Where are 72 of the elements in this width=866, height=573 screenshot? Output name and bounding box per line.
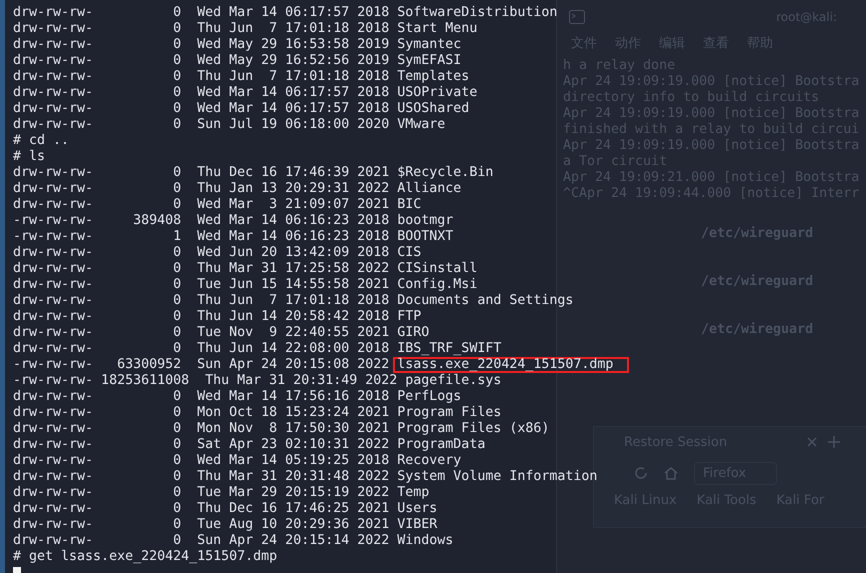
plus-icon[interactable]	[827, 435, 842, 449]
file-details: drw-rw-rw- 0 Thu Jun 14 20:58:42 2018	[13, 309, 390, 324]
file-details: drw-rw-rw- 0 Wed Mar 14 06:17:57 2018	[13, 85, 390, 100]
file-name: Program Files	[397, 405, 502, 420]
file-details: -rw-rw-rw- 18253611008 Thu Mar 31 20:31:49 2022	[13, 373, 398, 388]
file-details: drw-rw-rw- 0 Mon Nov 8 17:50:30 2021	[13, 421, 390, 436]
file-name: ProgramData	[397, 437, 486, 452]
terminal-icon	[569, 10, 585, 24]
file-details: drw-rw-rw- 0 Sun Jul 19 06:18:00 2020	[13, 117, 390, 132]
file-details: drw-rw-rw- 0 Sun Apr 24 20:15:14 2022	[13, 533, 390, 548]
command-line: # cd ..	[13, 133, 70, 148]
file-name: pagefile.sys	[405, 373, 502, 388]
file-name: IBS_TRF_SWIFT	[397, 341, 502, 356]
file-name: Recovery	[397, 453, 462, 468]
file-name: SoftwareDistribution	[397, 5, 558, 20]
file-name: $Recycle.Bin	[397, 165, 494, 180]
file-details: -rw-rw-rw- 389408 Wed Mar 14 06:16:23 2018	[13, 213, 390, 228]
file-name: Documents and Settings	[397, 293, 574, 308]
file-details: drw-rw-rw- 0 Thu Jun 7 17:01:18 2018	[13, 69, 390, 84]
file-name: Users	[397, 501, 438, 516]
file-name: Templates	[397, 69, 470, 84]
file-details: drw-rw-rw- 0 Tue Nov 9 22:40:55 2021	[13, 325, 390, 340]
close-icon[interactable]	[807, 437, 818, 447]
file-name: GIRO	[397, 325, 430, 340]
file-name: VMware	[397, 117, 446, 132]
file-details: drw-rw-rw- 0 Tue Jun 15 14:55:58 2021	[13, 277, 390, 292]
file-name: USOPrivate	[397, 85, 478, 100]
file-name: bootmgr	[397, 213, 454, 228]
file-details: drw-rw-rw- 0 Wed Jun 20 13:42:09 2018	[13, 245, 390, 260]
file-name: Start Menu	[397, 21, 478, 36]
file-name: Alliance	[397, 181, 462, 196]
file-details: drw-rw-rw- 0 Mon Oct 18 15:23:24 2021	[13, 405, 390, 420]
file-details: drw-rw-rw- 0 Thu Jun 7 17:01:18 2018	[13, 21, 390, 36]
file-name: BIC	[397, 197, 422, 212]
file-details: drw-rw-rw- 0 Wed Mar 14 06:17:57 2018	[13, 5, 390, 20]
file-details: drw-rw-rw- 0 Sat Apr 23 02:10:31 2022	[13, 437, 390, 452]
file-name: SymEFASI	[397, 53, 462, 68]
file-name: PerfLogs	[397, 389, 462, 404]
reload-icon[interactable]	[634, 466, 648, 480]
file-name: CIS	[397, 245, 422, 260]
file-details: drw-rw-rw- 0 Thu Mar 31 17:25:58 2022	[13, 261, 390, 276]
file-details: drw-rw-rw- 0 Wed Mar 3 21:09:07 2021	[13, 197, 390, 212]
file-name: BOOTNXT	[397, 229, 454, 244]
file-details: drw-rw-rw- 0 Wed May 29 16:52:56 2019	[13, 53, 390, 68]
file-name: USOShared	[397, 101, 470, 116]
file-name: Program Files (x86)	[397, 421, 550, 436]
file-details: drw-rw-rw- 0 Wed Mar 14 06:17:57 2018	[13, 101, 390, 116]
home-icon[interactable]	[664, 466, 678, 480]
file-details: drw-rw-rw- 0 Thu Dec 16 17:46:39 2021	[13, 165, 390, 180]
file-details: -rw-rw-rw- 1 Wed Mar 14 06:16:23 2018	[13, 229, 390, 244]
file-name: System Volume Information	[397, 469, 598, 484]
file-details: drw-rw-rw- 0 Thu Jun 14 22:08:00 2018	[13, 341, 390, 356]
file-name: Symantec	[397, 37, 462, 52]
file-details: drw-rw-rw- 0 Wed May 29 16:53:58 2019	[13, 37, 390, 52]
command-line: # ls	[13, 149, 46, 164]
file-details: drw-rw-rw- 0 Tue Aug 10 20:29:36 2021	[13, 517, 390, 532]
file-name: FTP	[397, 309, 422, 324]
file-details: drw-rw-rw- 0 Thu Mar 31 20:31:48 2022	[13, 469, 390, 484]
file-details: drw-rw-rw- 0 Thu Jun 7 17:01:18 2018	[13, 293, 390, 308]
file-name: CISinstall	[397, 261, 478, 276]
file-details: drw-rw-rw- 0 Thu Dec 16 17:46:25 2021	[13, 501, 390, 516]
file-details: drw-rw-rw- 0 Wed Mar 14 05:19:25 2018	[13, 453, 390, 468]
file-name: Config.Msi	[397, 277, 478, 292]
command-line: # get lsass.exe_220424_151507.dmp	[13, 549, 278, 564]
file-details: drw-rw-rw- 0 Tue Mar 29 20:15:19 2022	[13, 485, 390, 500]
file-details: drw-rw-rw- 0 Wed Mar 14 17:56:16 2018	[13, 389, 390, 404]
file-name: Windows	[397, 533, 454, 548]
file-details: -rw-rw-rw- 63300952 Sun Apr 24 20:15:08 2022	[13, 357, 390, 372]
file-details: drw-rw-rw- 0 Thu Jan 13 20:29:31 2022	[13, 181, 390, 196]
file-name: VIBER	[397, 517, 438, 532]
file-name: lsass.exe_220424_151507.dmp	[393, 357, 630, 373]
file-name: Temp	[397, 485, 430, 500]
